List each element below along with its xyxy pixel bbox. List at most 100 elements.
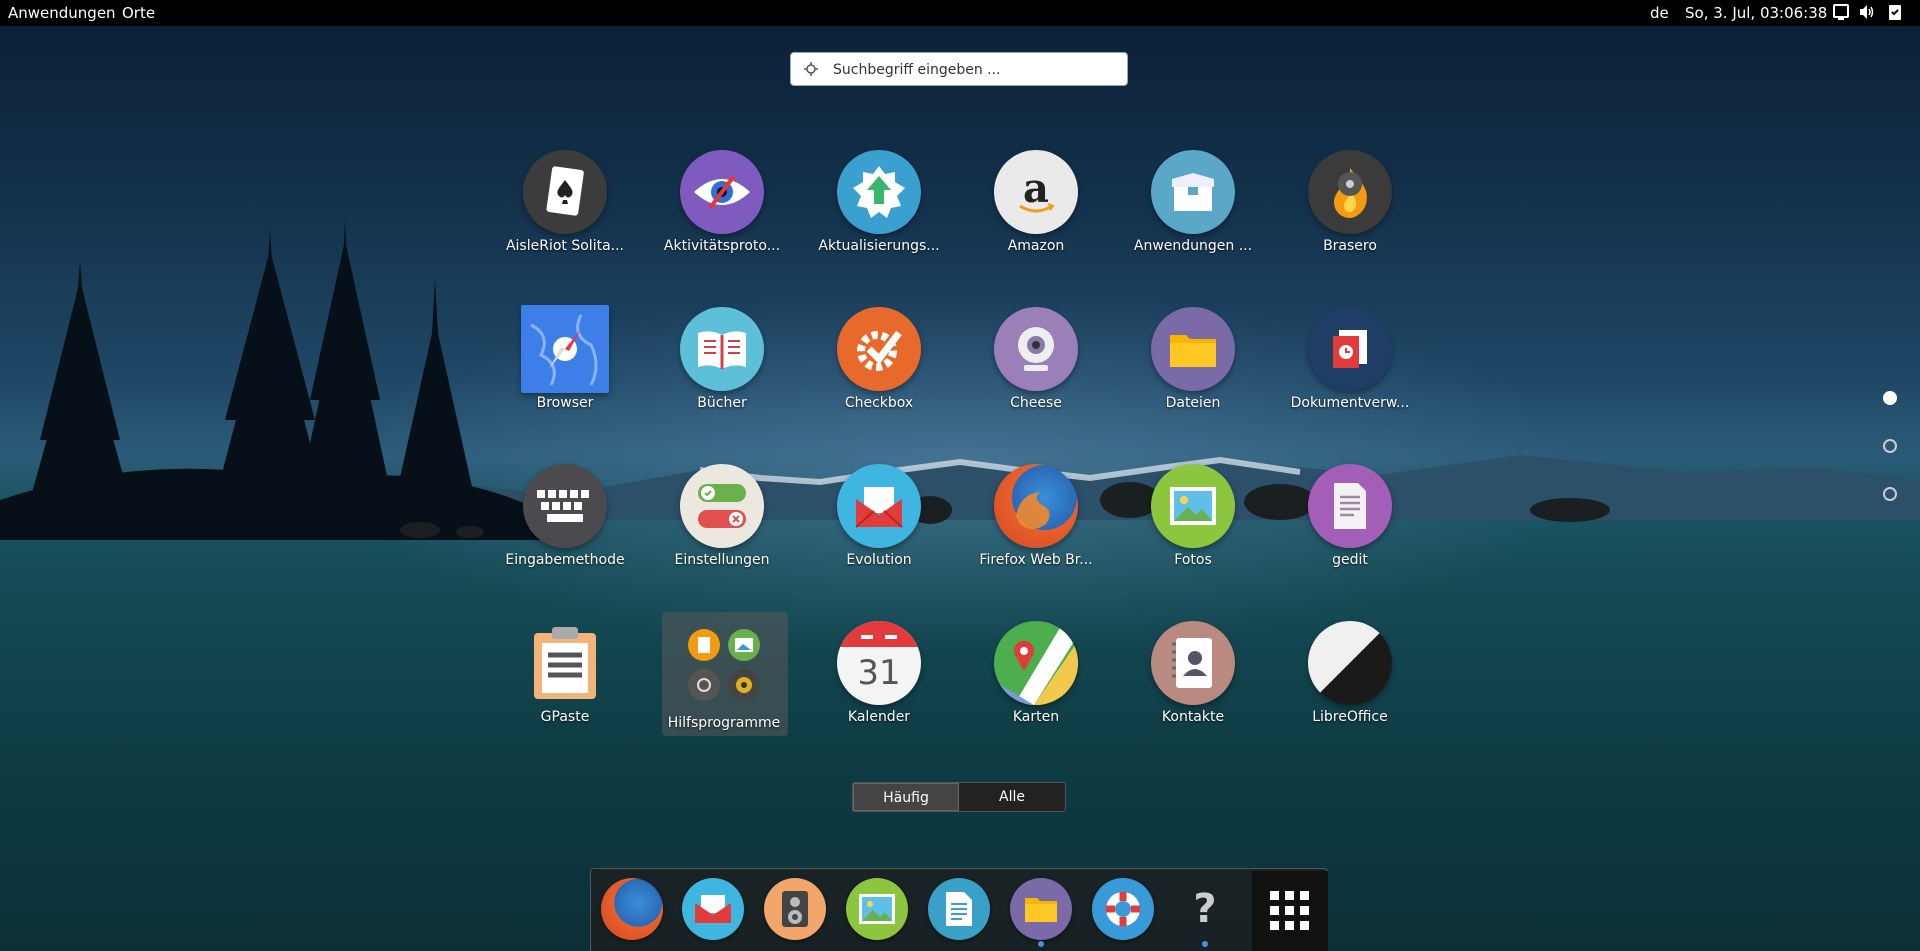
update-arrow-icon xyxy=(837,150,921,234)
book-icon xyxy=(680,307,764,391)
app-aisleriot[interactable]: AisleRiot Solita... xyxy=(487,150,643,280)
keyboard-icon xyxy=(523,464,607,548)
app-browser[interactable]: Browser xyxy=(487,305,643,437)
app-calendar[interactable]: 31 Kalender xyxy=(801,621,957,751)
app-brasero[interactable]: Brasero xyxy=(1272,150,1428,280)
app-evolution[interactable]: Evolution xyxy=(801,464,957,594)
app-photos[interactable]: Fotos xyxy=(1115,464,1271,594)
app-label: Aktivitätsproto... xyxy=(663,238,781,254)
all-tab[interactable]: Alle xyxy=(959,783,1065,811)
app-files[interactable]: Dateien xyxy=(1115,307,1271,437)
app-label: Browser xyxy=(536,395,594,411)
app-grid-icon xyxy=(1270,891,1309,930)
frequent-tab[interactable]: Häufig xyxy=(853,783,959,811)
app-label: Evolution xyxy=(846,552,912,568)
dock-text-editor-icon[interactable] xyxy=(928,878,990,940)
app-libreoffice[interactable]: LibreOffice xyxy=(1272,621,1428,751)
calendar-day: 31 xyxy=(857,653,901,693)
app-cheese[interactable]: Cheese xyxy=(958,307,1114,437)
app-label: Eingabemethode xyxy=(505,552,625,568)
gear-check-icon xyxy=(837,307,921,391)
page-dot-1[interactable] xyxy=(1883,391,1897,405)
app-label: Einstellungen xyxy=(674,552,770,568)
calendar-icon: 31 xyxy=(837,621,921,705)
app-amazon[interactable]: a Amazon xyxy=(958,150,1114,280)
page-dot-2[interactable] xyxy=(1883,439,1897,453)
search-box[interactable] xyxy=(790,52,1128,86)
app-contacts[interactable]: Kontakte xyxy=(1115,621,1271,751)
app-maps[interactable]: Karten xyxy=(958,621,1114,751)
clock[interactable]: So, 3. Jul, 03:06:38 xyxy=(1685,4,1827,22)
utilities-folder-icon xyxy=(682,623,766,707)
keyboard-layout-indicator[interactable]: de xyxy=(1650,4,1669,22)
top-bar: Anwendungen Orte de So, 3. Jul, 03:06:38 xyxy=(0,0,1920,26)
app-label: Cheese xyxy=(1010,395,1062,411)
amazon-icon: a xyxy=(994,150,1078,234)
app-gedit[interactable]: gedit xyxy=(1272,464,1428,594)
dock-running-indicator xyxy=(1202,941,1208,947)
app-label: Anwendungen ... xyxy=(1133,238,1253,254)
app-label: LibreOffice xyxy=(1312,709,1388,725)
app-label: Dateien xyxy=(1165,395,1221,411)
map-icon xyxy=(994,621,1078,705)
app-books[interactable]: Bücher xyxy=(644,307,800,437)
app-checkbox[interactable]: Checkbox xyxy=(801,307,957,437)
app-label: Bücher xyxy=(697,395,747,411)
svg-text:a: a xyxy=(1023,165,1049,212)
app-label: Checkbox xyxy=(844,395,914,411)
page-dot-3[interactable] xyxy=(1883,487,1897,501)
mail-icon xyxy=(837,464,921,548)
dock-running-indicator xyxy=(1038,941,1044,947)
applications-menu[interactable]: Anwendungen xyxy=(8,4,116,22)
dock-speaker-icon[interactable] xyxy=(764,878,826,940)
contacts-icon xyxy=(1151,621,1235,705)
photo-icon xyxy=(1151,464,1235,548)
app-activity-log[interactable]: Aktivitätsproto... xyxy=(644,150,800,280)
app-label: Brasero xyxy=(1323,238,1377,254)
app-label: Dokumentverw... xyxy=(1290,395,1410,411)
app-settings[interactable]: Einstellungen xyxy=(644,464,800,594)
folder-icon xyxy=(1151,307,1235,391)
webcam-icon xyxy=(994,307,1078,391)
brasero-flame-icon xyxy=(1308,150,1392,234)
view-switcher: Häufig Alle xyxy=(852,782,1066,812)
dock-firefox-icon[interactable] xyxy=(601,878,663,940)
dock-folder-icon[interactable] xyxy=(1010,878,1072,940)
document-icon xyxy=(1308,307,1392,391)
app-label: Aktualisierungs... xyxy=(818,238,940,254)
libreoffice-icon xyxy=(1308,621,1392,705)
search-icon xyxy=(804,62,818,76)
app-label: gedit xyxy=(1332,552,1368,568)
app-label: Kontakte xyxy=(1161,709,1225,725)
app-gpaste[interactable]: GPaste xyxy=(487,621,643,751)
show-apps-button[interactable] xyxy=(1252,871,1328,951)
cards-icon xyxy=(523,150,607,234)
firefox-icon xyxy=(994,464,1078,548)
app-updates[interactable]: Aktualisierungs... xyxy=(801,150,957,280)
toggle-icon xyxy=(680,464,764,548)
app-label: Karten xyxy=(1012,709,1060,725)
dock-photo-icon[interactable] xyxy=(846,878,908,940)
app-software[interactable]: Anwendungen ... xyxy=(1115,150,1271,280)
search-input[interactable] xyxy=(831,57,1120,83)
dock-mail-icon[interactable] xyxy=(682,878,744,940)
compass-icon xyxy=(521,305,609,393)
app-label: Firefox Web Br... xyxy=(979,552,1093,568)
dock-unknown-app-icon[interactable]: ? xyxy=(1174,878,1236,940)
app-firefox[interactable]: Firefox Web Br... xyxy=(958,464,1114,594)
app-utilities-folder[interactable]: Hilfsprogramme xyxy=(646,623,802,753)
text-editor-icon xyxy=(1308,464,1392,548)
places-menu[interactable]: Orte xyxy=(122,4,155,22)
software-box-icon xyxy=(1151,150,1235,234)
app-label: Amazon xyxy=(1007,238,1065,254)
volume-icon[interactable] xyxy=(1858,3,1876,21)
battery-clipboard-icon[interactable] xyxy=(1886,3,1904,21)
app-label: Fotos xyxy=(1174,552,1212,568)
dock-help-lifebuoy-icon[interactable] xyxy=(1092,878,1154,940)
eye-icon xyxy=(680,150,764,234)
app-label: GPaste xyxy=(540,709,590,725)
app-document-manager[interactable]: Dokumentverw... xyxy=(1272,307,1428,437)
network-icon[interactable] xyxy=(1832,3,1850,21)
app-input-method[interactable]: Eingabemethode xyxy=(487,464,643,594)
app-label: AisleRiot Solita... xyxy=(505,238,625,254)
